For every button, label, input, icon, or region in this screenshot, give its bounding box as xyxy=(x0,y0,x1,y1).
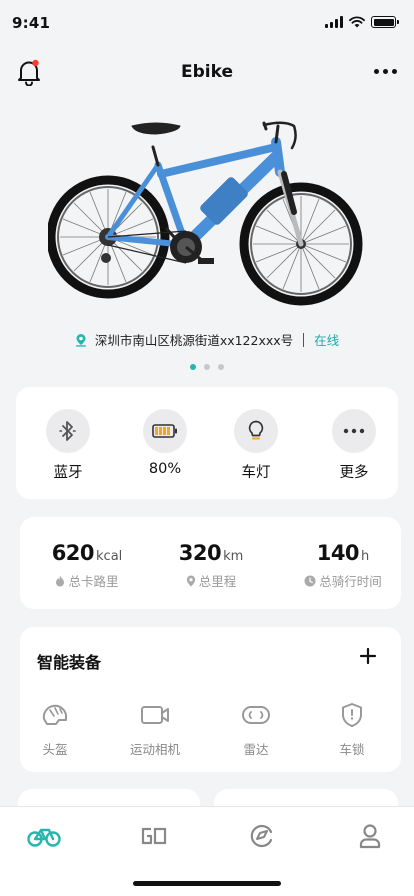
bike-image xyxy=(48,121,363,306)
calories-unit: kcal xyxy=(96,549,123,564)
stat-distance: 320 km 总里程 xyxy=(166,541,256,590)
device-camera[interactable]: 运动相机 xyxy=(115,701,195,758)
go-icon xyxy=(141,827,167,845)
riding-stats-card: 620 kcal 总卡路里 320 km 总里程 140 h 总骑行时间 xyxy=(20,517,401,609)
tab-profile[interactable] xyxy=(350,821,390,851)
online-status: 在线 xyxy=(314,333,340,348)
carousel-dot-active[interactable] xyxy=(190,364,196,370)
device-lock[interactable]: 车锁 xyxy=(312,701,392,758)
tab-go[interactable] xyxy=(134,821,174,851)
divider xyxy=(303,332,305,347)
section-title: 智能装备 xyxy=(37,653,102,672)
location-pin-icon xyxy=(75,333,86,347)
wifi-icon xyxy=(349,16,365,28)
stat-calories: 620 kcal 总卡路里 xyxy=(42,541,132,590)
clock-icon xyxy=(304,575,316,586)
carousel-dot[interactable] xyxy=(218,364,224,370)
distance-label: 总里程 xyxy=(198,574,237,589)
radar-label: 雷达 xyxy=(243,742,269,757)
light-label: 车灯 xyxy=(241,465,271,481)
battery-label: 80% xyxy=(148,461,182,477)
bike-icon xyxy=(27,828,61,847)
ride-time-unit: h xyxy=(361,549,370,564)
location-row[interactable]: 深圳市南山区桃源街道xx122xxx号 在线 xyxy=(0,330,414,349)
battery-button[interactable]: 80% xyxy=(135,409,195,477)
lightbulb-icon xyxy=(248,420,264,440)
more-actions-button[interactable]: 更多 xyxy=(324,409,384,482)
carousel-dot[interactable] xyxy=(204,364,210,370)
tab-discover[interactable] xyxy=(242,821,282,851)
location-pin-icon xyxy=(186,575,195,586)
carousel-indicator xyxy=(0,364,414,370)
radar-icon xyxy=(242,706,270,724)
helmet-label: 头盔 xyxy=(42,742,68,757)
quick-actions-card: 蓝牙 80% 车灯 更多 xyxy=(16,387,398,499)
calories-label: 总卡路里 xyxy=(68,574,119,589)
status-bar: 9:41 xyxy=(0,0,414,48)
more-label: 更多 xyxy=(339,465,369,481)
more-options-button[interactable] xyxy=(372,60,398,82)
more-icon xyxy=(343,428,365,434)
cellular-signal-icon xyxy=(325,16,343,28)
calories-value: 620 xyxy=(51,541,95,565)
device-radar[interactable]: 雷达 xyxy=(216,701,296,758)
status-icons xyxy=(325,16,399,28)
bluetooth-button[interactable]: 蓝牙 xyxy=(38,409,98,482)
camera-icon xyxy=(141,706,169,724)
ride-time-value: 140 xyxy=(316,541,360,565)
battery-icon xyxy=(152,424,177,438)
lock-shield-icon xyxy=(342,703,362,727)
stat-ride-time: 140 h 总骑行时间 xyxy=(298,541,388,590)
distance-value: 320 xyxy=(178,541,222,565)
discover-icon xyxy=(250,824,273,848)
lock-label: 车锁 xyxy=(339,742,365,757)
bluetooth-icon xyxy=(59,421,76,441)
header: Ebike xyxy=(0,52,414,92)
status-time: 9:41 xyxy=(12,14,51,32)
ride-time-label: 总骑行时间 xyxy=(319,574,382,589)
page-title: Ebike xyxy=(181,62,233,82)
profile-icon xyxy=(359,824,381,849)
status-battery-icon xyxy=(371,16,399,28)
location-address: 深圳市南山区桃源街道xx122xxx号 xyxy=(94,333,294,348)
light-button[interactable]: 车灯 xyxy=(226,409,286,482)
home-indicator xyxy=(133,881,281,886)
smart-devices-card: 智能装备 头盔 运动相机 雷达 车锁 xyxy=(20,627,401,772)
tab-bike[interactable] xyxy=(24,821,64,851)
add-device-button[interactable] xyxy=(357,645,379,667)
bluetooth-label: 蓝牙 xyxy=(53,465,83,481)
camera-label: 运动相机 xyxy=(129,742,180,757)
distance-unit: km xyxy=(223,549,244,564)
helmet-icon xyxy=(42,704,67,725)
device-helmet[interactable]: 头盔 xyxy=(15,701,95,758)
flame-icon xyxy=(56,575,65,586)
